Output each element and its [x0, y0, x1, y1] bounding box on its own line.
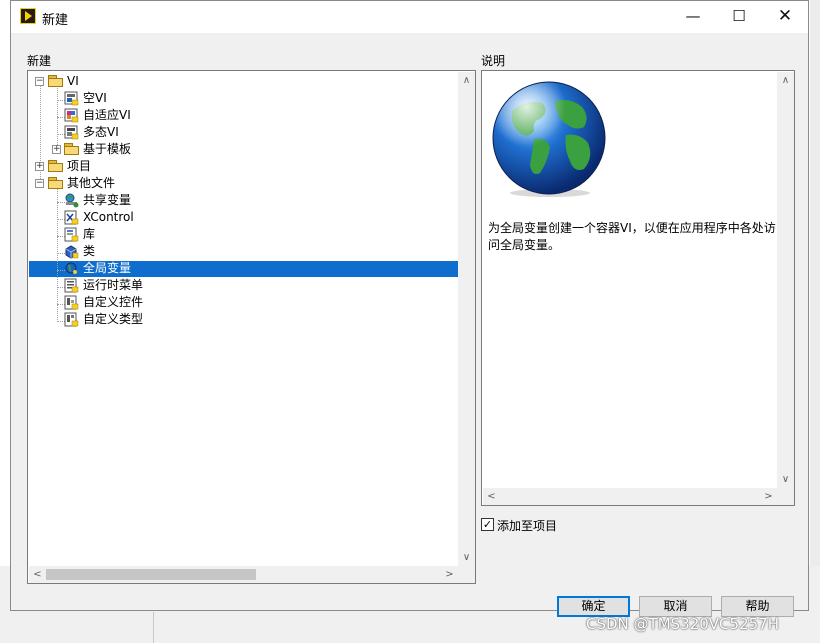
scroll-up-icon[interactable]: ∧ [777, 72, 794, 89]
folder-icon [48, 160, 64, 172]
new-dialog: 新建 — ☐ ✕ 新建 说明 − VI 空VI 自适应VI 多态VI + 基于模… [10, 0, 809, 617]
tree-item-label: 项目 [67, 159, 92, 173]
add-to-project-checkbox[interactable]: ✓ [481, 518, 494, 531]
tree-item-custom-type[interactable]: 自定义类型 [28, 311, 458, 328]
tree-item-global-variable[interactable]: 全局变量 [28, 260, 458, 277]
scroll-left-icon[interactable]: < [483, 488, 500, 505]
maximize-button[interactable]: ☐ [716, 1, 762, 33]
tree-item-label: 运行时菜单 [83, 278, 144, 292]
scroll-up-icon[interactable]: ∧ [458, 72, 475, 89]
tree-item-vi[interactable]: − VI [28, 73, 458, 90]
shared-variable-icon [65, 193, 79, 208]
tree-item-label: 共享变量 [83, 193, 132, 207]
description-panel: 为全局变量创建一个容器VI，以便在应用程序中各处访问全局变量。 ∧ ∨ < > [481, 70, 795, 506]
scroll-right-icon[interactable]: > [441, 566, 458, 583]
new-items-tree[interactable]: − VI 空VI 自适应VI 多态VI + 基于模板 + 项目 − 其他文件 共… [27, 70, 476, 584]
labview-app-icon [20, 8, 36, 24]
tree-item-label: VI [67, 74, 79, 88]
tree-item-label: 库 [83, 227, 96, 241]
description-text: 为全局变量创建一个容器VI，以便在应用程序中各处访问全局变量。 [488, 221, 776, 252]
tree-item-other-files[interactable]: − 其他文件 [28, 175, 458, 192]
expand-toggle[interactable]: + [35, 162, 44, 171]
horizontal-scroll-thumb[interactable] [46, 569, 256, 580]
scroll-right-icon[interactable]: > [760, 488, 777, 505]
window-title: 新建 [42, 13, 69, 28]
folder-icon [64, 143, 80, 155]
tree-item-custom-control[interactable]: 自定义控件 [28, 294, 458, 311]
tree-item-label: 自适应VI [83, 108, 131, 122]
title-bar: 新建 — ☐ ✕ [11, 1, 808, 33]
tree-item-project[interactable]: + 项目 [28, 158, 458, 175]
tree-section-label: 新建 [27, 54, 52, 68]
folder-open-icon [48, 75, 64, 87]
tree-horizontal-scrollbar[interactable]: < > [29, 566, 458, 583]
cancel-button[interactable]: 取消 [639, 596, 712, 617]
tree-item-blank-vi[interactable]: 空VI [28, 90, 458, 107]
background-divider [153, 612, 154, 643]
tree-item-label: 其他文件 [67, 176, 116, 190]
global-variable-icon [65, 262, 77, 274]
description-vertical-scrollbar[interactable]: ∧ ∨ [777, 72, 794, 488]
description-horizontal-scrollbar[interactable]: < > [483, 488, 777, 505]
tree-item-label: 空VI [83, 91, 107, 105]
tree-item-runtime-menu[interactable]: 运行时菜单 [28, 277, 458, 294]
library-icon [64, 227, 79, 242]
collapse-toggle[interactable]: − [35, 179, 44, 188]
tree-item-from-template[interactable]: + 基于模板 [28, 141, 458, 158]
scrollbar-corner [458, 566, 475, 583]
description-section-label: 说明 [481, 54, 506, 68]
tree-item-label: 多态VI [83, 125, 119, 139]
adaptive-vi-icon [64, 108, 79, 123]
tree-item-adaptive-vi[interactable]: 自适应VI [28, 107, 458, 124]
tree-item-class[interactable]: 类 [28, 243, 458, 260]
add-to-project-label: 添加至项目 [497, 519, 558, 533]
tree-item-shared-variable[interactable]: 共享变量 [28, 192, 458, 209]
scroll-left-icon[interactable]: < [29, 566, 46, 583]
custom-control-icon [64, 295, 79, 310]
polymorphic-vi-icon [64, 125, 79, 140]
tree-item-label: XControl [83, 210, 134, 224]
scrollbar-corner [777, 488, 794, 505]
close-button[interactable]: ✕ [762, 1, 808, 33]
minimize-button[interactable]: — [670, 1, 716, 33]
ok-button[interactable]: 确定 [557, 596, 630, 617]
class-icon [65, 245, 79, 259]
scroll-down-icon[interactable]: ∨ [777, 471, 794, 488]
tree-item-label: 基于模板 [83, 142, 132, 156]
globe-icon [492, 81, 606, 197]
xcontrol-icon [64, 210, 79, 225]
collapse-toggle[interactable]: − [35, 77, 44, 86]
expand-toggle[interactable]: + [52, 145, 61, 154]
runtime-menu-icon [64, 278, 79, 293]
tree-vertical-scrollbar[interactable]: ∧ ∨ [458, 72, 475, 566]
csdn-watermark: CSDN @TMS320VC5257H [586, 615, 779, 633]
tree-item-label: 自定义控件 [83, 295, 144, 309]
tree-item-polymorphic-vi[interactable]: 多态VI [28, 124, 458, 141]
tree-item-label: 类 [83, 244, 96, 258]
background-area [810, 0, 820, 643]
tree-item-library[interactable]: 库 [28, 226, 458, 243]
tree-item-label: 自定义类型 [83, 312, 144, 326]
tree-item-label: 全局变量 [83, 261, 132, 275]
custom-type-icon [64, 312, 79, 327]
scroll-down-icon[interactable]: ∨ [458, 549, 475, 566]
vi-icon [64, 91, 79, 106]
folder-open-icon [48, 177, 64, 189]
help-button[interactable]: 帮助 [721, 596, 794, 617]
tree-item-xcontrol[interactable]: XControl [28, 209, 458, 226]
